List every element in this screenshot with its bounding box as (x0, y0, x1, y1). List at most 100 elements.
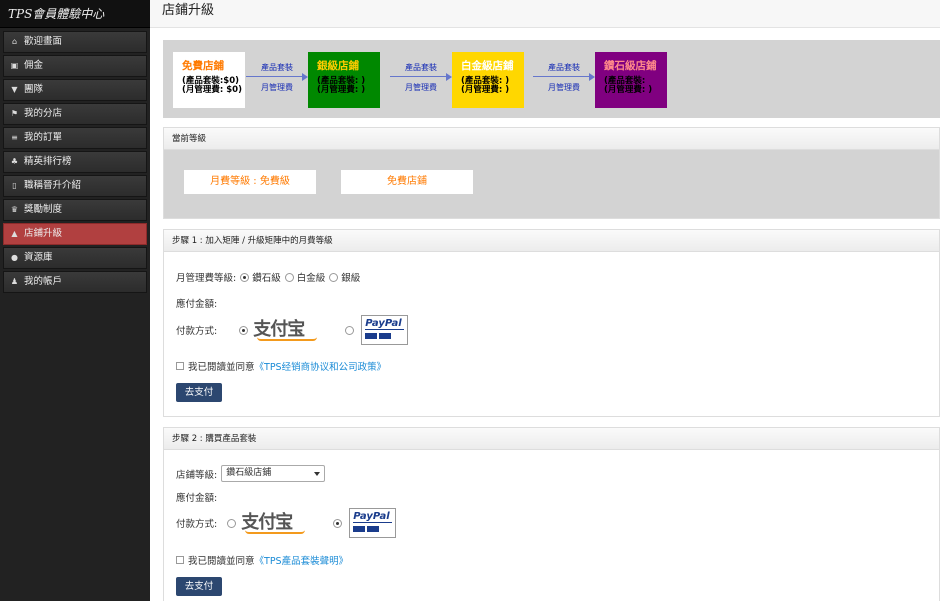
radio-alipay[interactable] (239, 325, 249, 335)
alipay-swoosh-icon (257, 337, 318, 341)
paypal-logo[interactable]: PayPal (349, 508, 397, 538)
globe-icon: ● (11, 253, 18, 262)
select-value: 鑽石級店鋪 (226, 468, 272, 478)
card-icons (365, 333, 404, 339)
arrow-line (390, 76, 448, 77)
arrow-label-package: 產品套裝 (261, 63, 293, 72)
radio-paypal[interactable] (333, 518, 343, 528)
radio-alipay[interactable] (227, 518, 237, 528)
radio-diamond[interactable] (240, 272, 250, 282)
level-monthly-fee: (月管理費: $0) (182, 85, 242, 95)
sidebar-item-label: 我的帳戶 (24, 276, 63, 287)
panel-heading: 當前等級 (164, 128, 939, 150)
level-name: 免費店鋪 (182, 60, 224, 72)
sidebar-item-commission[interactable]: ▣ 佣金 (3, 55, 147, 77)
alipay-logo[interactable]: 支付宝 (253, 319, 327, 341)
panel-heading: 步驟 2 : 購買產品套裝 (164, 428, 939, 450)
arrow-line (533, 76, 591, 77)
main-content: 店鋪升級 免費店鋪 (產品套裝:$0) (月管理費: $0) 產品套裝 月管理費… (150, 0, 940, 601)
sidebar-item-store-upgrade[interactable]: ▲ 店鋪升級 (3, 223, 147, 245)
store-level-select[interactable]: 鑽石級店鋪 (221, 465, 326, 482)
current-level-panel: 當前等級 月費等級 : 免費級 免費店鋪 (163, 127, 940, 219)
radio-platinum[interactable] (284, 272, 294, 282)
agree-row: 我已閱讀並同意 《TPS產品套裝聲明》 (176, 553, 348, 567)
payment-method-row: 付款方式: 支付宝 PayPal (176, 315, 409, 345)
level-free-store: 免費店鋪 (產品套裝:$0) (月管理費: $0) (173, 52, 245, 108)
arrow-label-fee: 月管理費 (405, 83, 437, 92)
page-title: 店鋪升級 (150, 0, 940, 28)
panel-body: 月費等級 : 免費級 免費店鋪 (164, 150, 939, 218)
store-level-label: 店鋪等級: (176, 469, 218, 481)
app-title: TPS會員體驗中心 (0, 0, 150, 28)
filter-icon: ▼ (11, 85, 18, 94)
flow-arrow: 產品套裝 月管理費 (246, 62, 308, 96)
sitemap-icon: ♣ (10, 157, 19, 166)
paypal-text: PayPal (365, 318, 405, 330)
sidebar-item-my-account[interactable]: ♟ 我的帳戶 (3, 271, 147, 293)
level-name: 銀級店鋪 (317, 60, 359, 72)
agreement-link[interactable]: 《TPS產品套裝聲明》 (255, 553, 349, 567)
fee-level-row: 月管理費等級: 鑽石級 白金級 銀級 (176, 270, 360, 284)
level-monthly-fee: (月管理費: ) (604, 85, 653, 95)
pay-button[interactable]: 去支付 (176, 383, 222, 402)
level-diamond-store: 鑽石級店鋪 (產品套裝: (月管理費: ) (595, 52, 667, 108)
sidebar-item-leaderboard[interactable]: ♣ 精英排行榜 (3, 151, 147, 173)
amount-row: 應付金額: (176, 296, 217, 310)
store-level-row: 店鋪等級: 鑽石級店鋪 (176, 465, 326, 482)
card-icons (353, 526, 392, 532)
store-level-badge: 免費店鋪 (341, 170, 473, 194)
sidebar-item-label: 精英排行榜 (24, 156, 72, 167)
radio-paypal[interactable] (345, 325, 355, 335)
sidebar-item-label: 佣金 (24, 60, 44, 71)
radio-label: 白金級 (296, 273, 326, 284)
sidebar-item-label: 歡迎畫面 (24, 36, 63, 47)
sidebar-item-label: 資源庫 (24, 252, 53, 263)
sidebar-item-my-orders[interactable]: ≡ 我的訂單 (3, 127, 147, 149)
amount-row: 應付金額: (176, 490, 217, 504)
panel-heading: 步驟 1 : 加入矩陣 / 升級矩陣中的月費等級 (164, 230, 939, 252)
sidebar-item-team[interactable]: ▼ 團隊 (3, 79, 147, 101)
arrow-label-package: 產品套裝 (405, 63, 437, 72)
sidebar-item-resources[interactable]: ● 資源庫 (3, 247, 147, 269)
sidebar-item-label: 獎勵制度 (24, 204, 63, 215)
agree-row: 我已閱讀並同意 《TPS经销商协议和公司政策》 (176, 359, 386, 373)
flow-arrow: 產品套裝 月管理費 (533, 62, 595, 96)
agree-text: 我已閱讀並同意 (188, 556, 255, 567)
bookmark-icon: ▯ (12, 181, 17, 190)
chevron-down-icon (314, 472, 321, 476)
amount-label: 應付金額: (176, 493, 218, 504)
money-icon: ▣ (10, 61, 19, 70)
agree-checkbox[interactable] (176, 556, 184, 564)
alipay-logo[interactable]: 支付宝 (241, 512, 315, 534)
level-platinum-store: 白金級店鋪 (產品套裝: ) (月管理費: ) (452, 52, 524, 108)
sidebar-item-welcome[interactable]: ⌂ 歡迎畫面 (3, 31, 147, 53)
payment-method-label: 付款方式: (176, 326, 218, 337)
sidebar-item-promotion[interactable]: ▯ 職稱晉升介紹 (3, 175, 147, 197)
fee-level-label: 月管理費等級: (176, 273, 237, 284)
sidebar-item-label: 職稱晉升介紹 (24, 180, 82, 191)
agree-checkbox[interactable] (176, 362, 184, 370)
radio-label: 銀級 (341, 273, 361, 284)
level-silver-store: 銀級店鋪 (產品套裝: ) (月管理費: ) (308, 52, 380, 108)
upgrade-flow: 免費店鋪 (產品套裝:$0) (月管理費: $0) 產品套裝 月管理費 銀級店鋪… (163, 40, 940, 118)
trophy-icon: ♛ (10, 205, 19, 214)
alipay-swoosh-icon (245, 530, 306, 534)
pay-button[interactable]: 去支付 (176, 577, 222, 596)
sidebar-item-rewards[interactable]: ♛ 獎勵制度 (3, 199, 147, 221)
paypal-logo[interactable]: PayPal (361, 315, 409, 345)
monthly-level-badge: 月費等級 : 免費級 (184, 170, 316, 194)
amount-label: 應付金額: (176, 299, 218, 310)
flag-icon: ⚑ (10, 109, 19, 118)
level-name: 鑽石級店鋪 (604, 60, 657, 72)
sidebar-item-label: 團隊 (24, 84, 44, 95)
radio-silver[interactable] (329, 272, 339, 282)
flow-arrow: 產品套裝 月管理費 (390, 62, 452, 96)
arrow-line (246, 76, 304, 77)
sidebar-nav: ⌂ 歡迎畫面 ▣ 佣金 ▼ 團隊 ⚑ 我的分店 ≡ 我的訂單 ♣ 精英排行榜 ▯ 職稱晉升介紹… (0, 31, 150, 293)
sidebar-item-my-stores[interactable]: ⚑ 我的分店 (3, 103, 147, 125)
arrow-label-fee: 月管理費 (261, 83, 293, 92)
level-monthly-fee: (月管理費: ) (461, 85, 510, 95)
agreement-link[interactable]: 《TPS经销商协议和公司政策》 (255, 359, 387, 373)
arrow-label-package: 產品套裝 (548, 63, 580, 72)
agree-text: 我已閱讀並同意 (188, 362, 255, 373)
